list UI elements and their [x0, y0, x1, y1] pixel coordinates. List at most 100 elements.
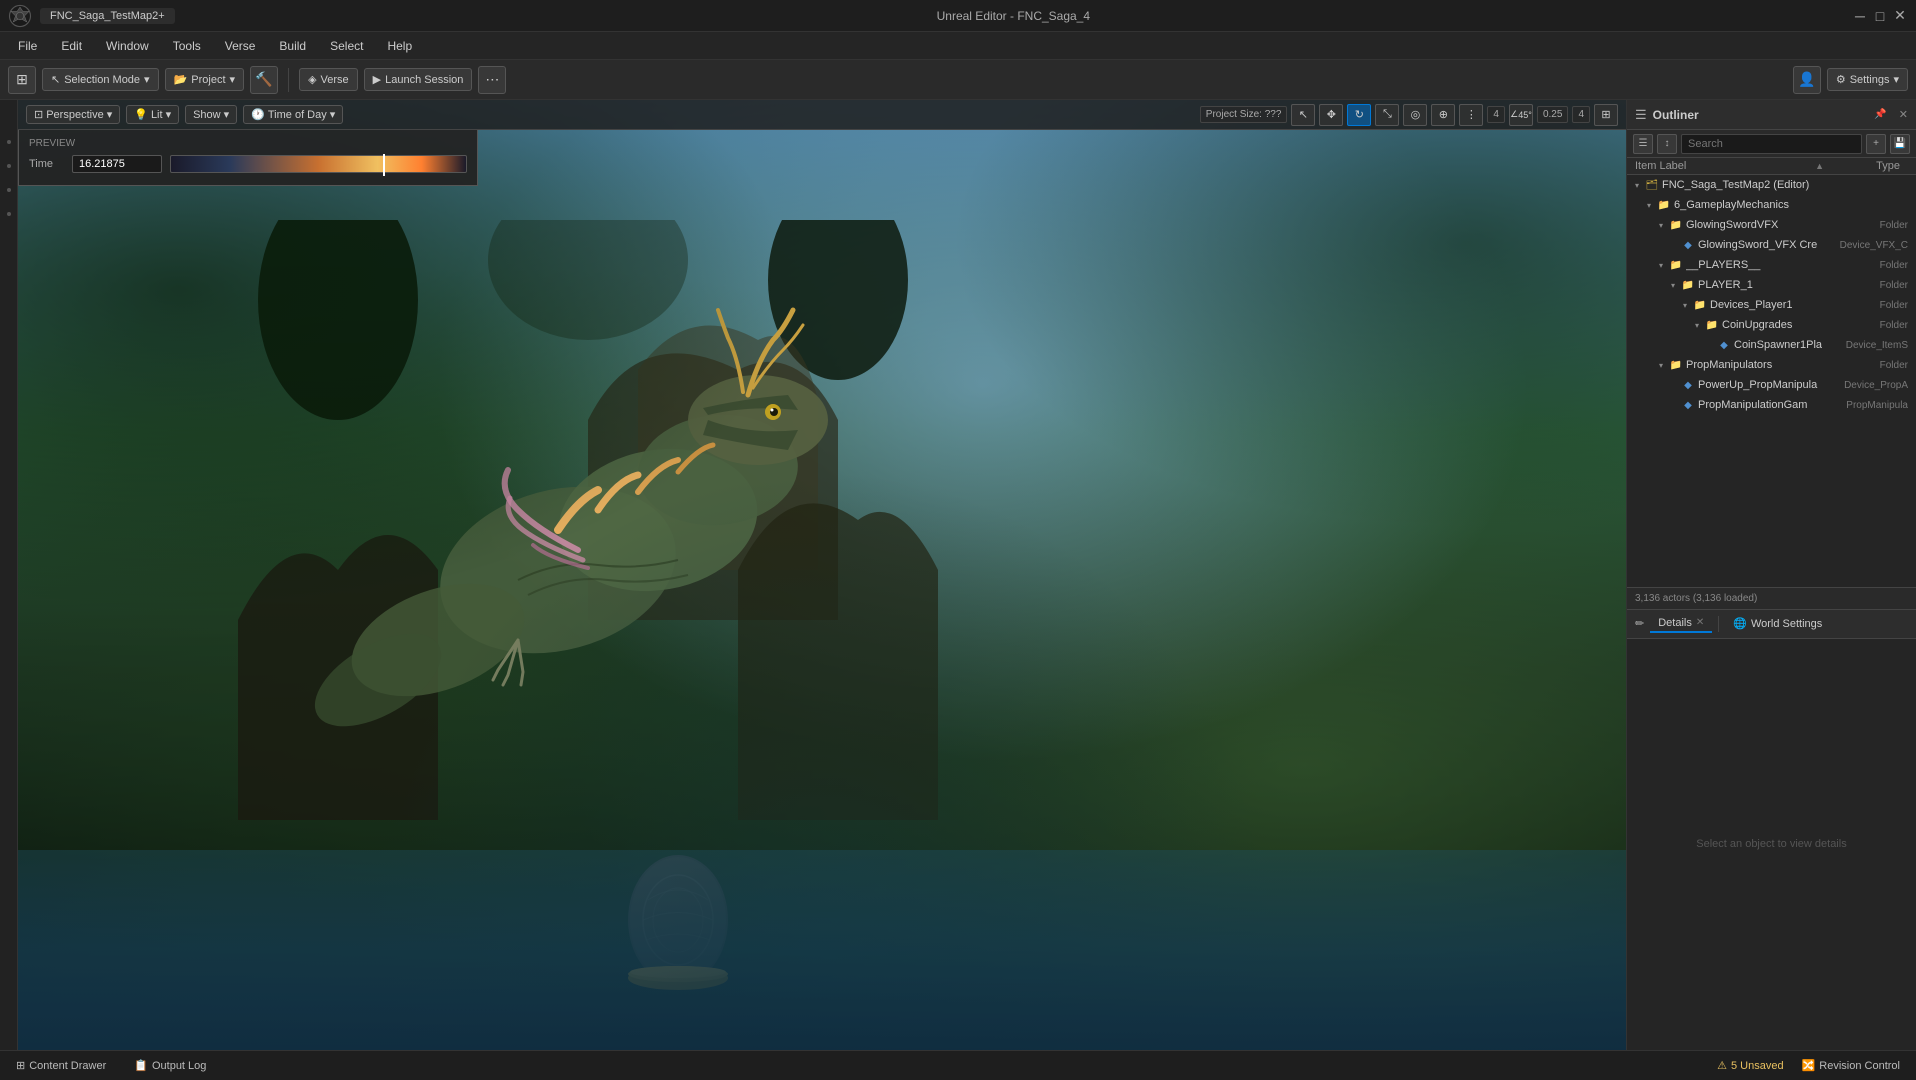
project-dropdown-icon: ▾	[230, 73, 236, 86]
tree-item-player1[interactable]: ▾ 📁 PLAYER_1 Folder	[1627, 275, 1916, 295]
tree-item-root[interactable]: ▾ 🗂 FNC_Saga_TestMap2 (Editor)	[1627, 175, 1916, 195]
close-button[interactable]: ✕	[1892, 8, 1908, 24]
tree-item-type: Folder	[1832, 260, 1912, 271]
col-sort-icon: ▲	[1815, 161, 1824, 171]
viewport[interactable]: ⊡ Perspective ▾ 💡 Lit ▾ Show ▾ 🕐 Time of…	[18, 100, 1626, 1050]
outliner-tree[interactable]: ▾ 🗂 FNC_Saga_TestMap2 (Editor) ▾ 📁 6_Gam…	[1627, 175, 1916, 587]
tree-item-players[interactable]: ▾ 📁 __PLAYERS__ Folder	[1627, 255, 1916, 275]
menu-verse[interactable]: Verse	[215, 36, 266, 56]
col-item-label[interactable]: Item Label	[1635, 160, 1815, 172]
main-toolbar: ⊞ ↖ Selection Mode ▾ 📂 Project ▾ 🔨 ◈ Ver…	[0, 60, 1916, 100]
surface-snap-button[interactable]: ⊕	[1431, 104, 1455, 126]
outliner-close-button[interactable]: ✕	[1899, 108, 1908, 121]
expand-icon[interactable]: ▾	[1655, 219, 1667, 231]
project-tab[interactable]: FNC_Saga_TestMap2+	[40, 8, 175, 24]
more-options-button[interactable]: ⋯	[478, 66, 506, 94]
tree-item-powerup-prop[interactable]: ◆ PowerUp_PropManipula Device_PropA	[1627, 375, 1916, 395]
rotate-tool-button[interactable]: ↻	[1347, 104, 1371, 126]
details-close-icon[interactable]: ✕	[1696, 617, 1704, 628]
outliner-status: 3,136 actors (3,136 loaded)	[1627, 587, 1916, 609]
selection-mode-dropdown-icon: ▾	[144, 73, 150, 86]
menu-build[interactable]: Build	[269, 36, 316, 56]
tod-preview-panel: PREVIEW Time	[18, 130, 478, 186]
folder-icon: 📁	[1669, 358, 1683, 372]
expand-icon[interactable]: ▾	[1691, 319, 1703, 331]
output-log-button[interactable]: 📋 Output Log	[128, 1057, 212, 1074]
menu-bar: File Edit Window Tools Verse Build Selec…	[0, 32, 1916, 60]
tree-item-coinspawner[interactable]: ◆ CoinSpawner1Pla Device_ItemS	[1627, 335, 1916, 355]
content-drawer-button[interactable]: ⊞ Content Drawer	[10, 1057, 112, 1074]
menu-edit[interactable]: Edit	[51, 36, 92, 56]
show-button[interactable]: Show ▾	[185, 105, 237, 124]
tree-item-propmanipulationgam[interactable]: ◆ PropManipulationGam PropManipula	[1627, 395, 1916, 415]
tree-item-glowingsword-actor[interactable]: ◆ GlowingSword_VFX Cre Device_VFX_C	[1627, 235, 1916, 255]
viewport-options-button[interactable]: ⊞	[1594, 104, 1618, 126]
tree-item-glowingsword[interactable]: ▾ 📁 GlowingSwordVFX Folder	[1627, 215, 1916, 235]
launch-session-button[interactable]: ▶ Launch Session	[364, 68, 473, 91]
perspective-button[interactable]: ⊡ Perspective ▾	[26, 105, 120, 124]
outliner-add-button[interactable]: +	[1866, 134, 1886, 154]
minimize-button[interactable]: ─	[1852, 8, 1868, 24]
angle-dropdown[interactable]: ∠ 45°	[1509, 104, 1533, 126]
menu-window[interactable]: Window	[96, 36, 159, 56]
expand-icon[interactable]: ▾	[1655, 359, 1667, 371]
settings-button[interactable]: ⚙ Settings ▾	[1827, 68, 1908, 91]
show-label: Show	[193, 109, 221, 121]
menu-select[interactable]: Select	[320, 36, 373, 56]
tree-item-propmanipulators[interactable]: ▾ 📁 PropManipulators Folder	[1627, 355, 1916, 375]
tree-item-gameplay[interactable]: ▾ 📁 6_GameplayMechanics	[1627, 195, 1916, 215]
angle-icon: ∠	[1510, 109, 1518, 120]
menu-tools[interactable]: Tools	[163, 36, 211, 56]
tree-item-coinupgrades[interactable]: ▾ 📁 CoinUpgrades Folder	[1627, 315, 1916, 335]
tree-item-devices-player1[interactable]: ▾ 📁 Devices_Player1 Folder	[1627, 295, 1916, 315]
tree-item-name: PropManipulationGam	[1698, 399, 1832, 411]
build-icon-button[interactable]: 🔨	[250, 66, 278, 94]
folder-icon: 📁	[1693, 298, 1707, 312]
project-button[interactable]: 📂 Project ▾	[165, 68, 244, 91]
details-tab[interactable]: Details ✕	[1650, 615, 1712, 633]
actor-icon: ◆	[1681, 238, 1695, 252]
expand-icon[interactable]: ▾	[1643, 199, 1655, 211]
tod-time-input[interactable]	[72, 155, 162, 173]
tree-item-type: PropManipula	[1832, 400, 1912, 411]
cam-speed-stat: 4	[1487, 106, 1505, 123]
project-icon: 📂	[174, 73, 188, 86]
actor-icon: ◆	[1681, 398, 1695, 412]
transform-tool-button[interactable]: ◎	[1403, 104, 1427, 126]
lit-button[interactable]: 💡 Lit ▾	[126, 105, 179, 124]
outliner-filter-button[interactable]: ☰	[1633, 134, 1653, 154]
perspective-icon: ⊡	[34, 108, 43, 121]
unsaved-label: 5 Unsaved	[1731, 1060, 1784, 1072]
snap-button[interactable]: ⋮	[1459, 104, 1483, 126]
unsaved-status[interactable]: ⚠ 5 Unsaved	[1717, 1059, 1783, 1072]
menu-file[interactable]: File	[8, 36, 47, 56]
time-of-day-button[interactable]: 🕐 Time of Day ▾	[243, 105, 343, 124]
expand-icon[interactable]: ▾	[1655, 259, 1667, 271]
expand-icon[interactable]: ▾	[1667, 279, 1679, 291]
restore-button[interactable]: □	[1872, 8, 1888, 24]
outliner-sort-button[interactable]: ↕	[1657, 134, 1677, 154]
menu-help[interactable]: Help	[377, 36, 422, 56]
title-bar-title: Unreal Editor - FNC_Saga_4	[937, 9, 1090, 23]
folder-icon: 📁	[1705, 318, 1719, 332]
title-bar: FNC_Saga_TestMap2+ Unreal Editor - FNC_S…	[0, 0, 1916, 32]
select-tool-button[interactable]: ↖	[1291, 104, 1315, 126]
revision-control-button[interactable]: 🔀 Revision Control	[1796, 1057, 1906, 1074]
verse-button[interactable]: ◈ Verse	[299, 68, 358, 91]
handle-dot	[7, 164, 11, 168]
layout-button[interactable]: ⊞	[8, 66, 36, 94]
expand-icon[interactable]: ▾	[1631, 179, 1643, 191]
move-tool-button[interactable]: ✥	[1319, 104, 1343, 126]
tod-color-bar[interactable]	[170, 155, 467, 173]
tree-item-name: 6_GameplayMechanics	[1674, 199, 1832, 211]
tree-item-name: FNC_Saga_TestMap2 (Editor)	[1662, 179, 1832, 191]
expand-icon[interactable]: ▾	[1679, 299, 1691, 311]
scale-tool-button[interactable]: ⤡	[1375, 104, 1399, 126]
outliner-search-input[interactable]	[1681, 134, 1862, 154]
world-settings-tab[interactable]: 🌐 World Settings	[1725, 615, 1830, 632]
tod-icon: 🕐	[251, 108, 265, 121]
selection-mode-button[interactable]: ↖ Selection Mode ▾	[42, 68, 159, 91]
user-icon-button[interactable]: 👤	[1793, 66, 1821, 94]
outliner-save-button[interactable]: 💾	[1890, 134, 1910, 154]
outliner-column-headers: Item Label ▲ Type	[1627, 158, 1916, 175]
